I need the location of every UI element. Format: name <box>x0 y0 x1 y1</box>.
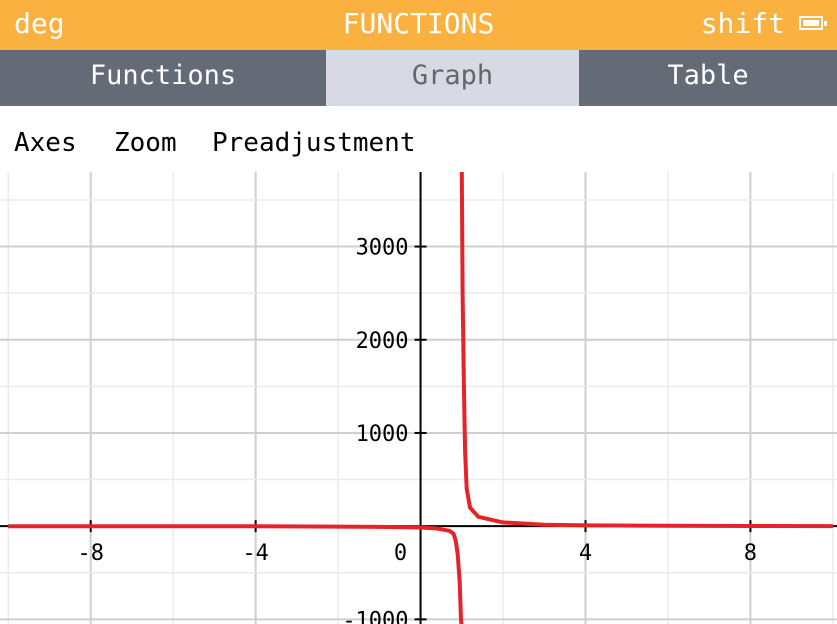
y-tick-label: -1000 <box>342 608 408 624</box>
x-tick-label: -4 <box>242 541 269 566</box>
menu-axes[interactable]: Axes <box>14 128 77 158</box>
graph-area[interactable]: -8 -4 0 4 8 1000 2000 3000 -1000 <box>0 172 837 624</box>
x-tick-label: 4 <box>579 541 592 566</box>
tab-graph[interactable]: Graph <box>326 50 579 106</box>
tab-functions[interactable]: Functions <box>0 50 326 106</box>
menu-preadjustment[interactable]: Preadjustment <box>212 128 416 158</box>
y-tick-label: 3000 <box>356 236 409 261</box>
x-tick-label: 0 <box>394 541 407 566</box>
tab-bar: Functions Graph Table <box>0 50 837 106</box>
x-tick-label: 8 <box>744 541 757 566</box>
function-curve <box>459 172 833 529</box>
graph-menu-bar: Axes Zoom Preadjustment <box>0 106 837 172</box>
y-tick-label: 2000 <box>356 329 409 354</box>
tab-table[interactable]: Table <box>579 50 837 106</box>
function-graph[interactable]: -8 -4 0 4 8 1000 2000 3000 -1000 <box>0 172 837 624</box>
shift-indicator: shift <box>700 7 785 40</box>
menu-zoom[interactable]: Zoom <box>114 128 177 158</box>
y-tick-label: 1000 <box>356 422 409 447</box>
battery-full-icon <box>799 16 827 30</box>
status-bar: deg FUNCTIONS shift <box>0 0 837 50</box>
calculator-screen: deg FUNCTIONS shift Functions Graph Tabl… <box>0 0 837 624</box>
x-tick-label: -8 <box>77 541 104 566</box>
